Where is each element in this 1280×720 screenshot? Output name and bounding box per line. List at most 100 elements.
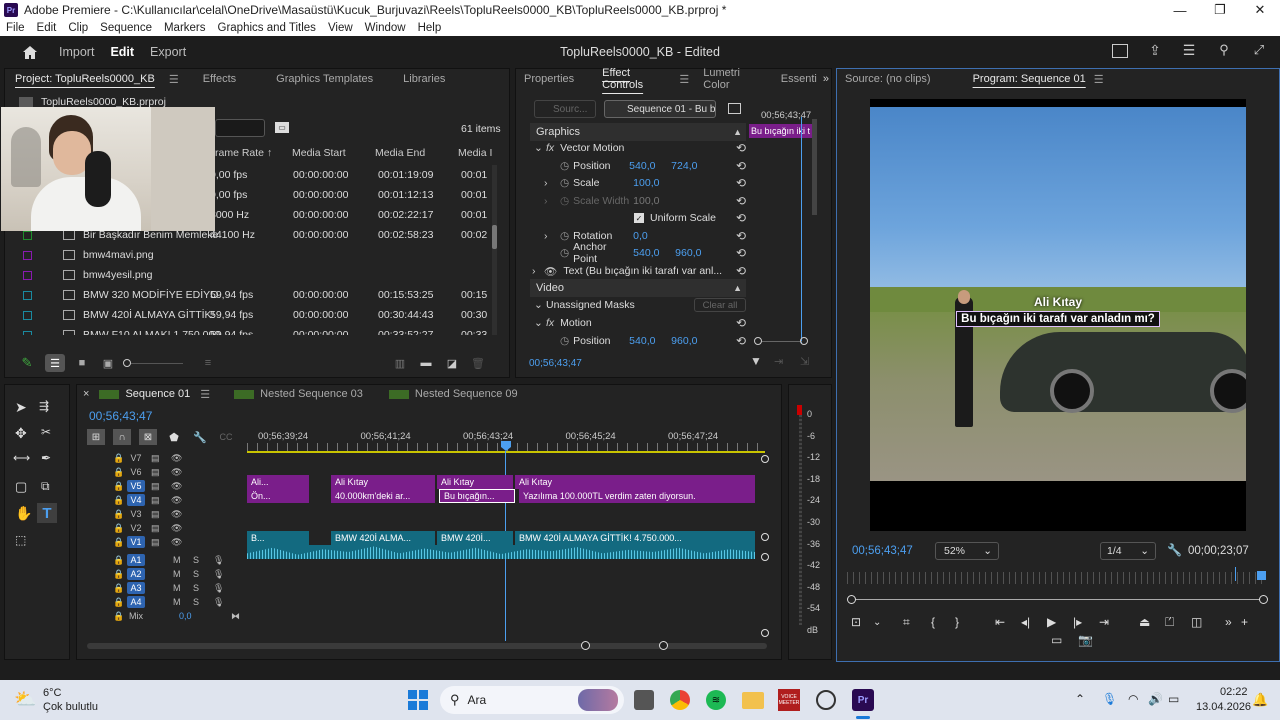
sync-lock-icon[interactable]: ▤ <box>151 481 160 492</box>
resolution-select[interactable]: 1/4 ⌄ <box>1100 542 1156 560</box>
track-scroll-audio[interactable] <box>761 553 769 561</box>
linked-selection-icon[interactable]: ⊠ <box>139 429 157 445</box>
eye-icon[interactable]: 👁 <box>171 523 182 534</box>
mute-button[interactable]: M <box>173 583 181 593</box>
track-header-v1[interactable]: 🔒 V1 ▤ 👁 <box>77 535 247 549</box>
vector-motion-row[interactable]: ⌄ fx Vector Motion ⟲ <box>534 138 746 158</box>
zoom-slider[interactable] <box>123 359 183 367</box>
go-to-out-icon[interactable]: ⇥ <box>1099 615 1139 629</box>
microphone-icon[interactable]: 🎙 <box>1102 692 1117 706</box>
text-layer-row[interactable]: › 👁 Text (Bu bıçağın iki tarafı var anl..… <box>532 261 746 281</box>
sync-lock-icon[interactable]: ▤ <box>151 509 160 520</box>
menu-graphics[interactable]: Graphics and Titles <box>212 22 322 34</box>
spotify-icon[interactable]: ≋ <box>706 690 726 710</box>
eye-icon[interactable]: 👁 <box>171 509 182 520</box>
icon-view-icon[interactable]: ■ <box>73 357 91 369</box>
new-bin-button-icon[interactable]: ▬ <box>417 357 435 369</box>
pen-tool-icon[interactable]: ✒ <box>41 451 51 465</box>
sync-lock-icon[interactable]: ▤ <box>151 523 160 534</box>
track-select-icon[interactable]: ⇶ <box>39 399 49 413</box>
track-label[interactable]: A1 <box>127 554 145 566</box>
program-playhead[interactable] <box>1235 567 1236 581</box>
col-media-end[interactable]: Media End <box>375 147 425 159</box>
motion-row[interactable]: ⌄ fx Motion ⟲ <box>534 313 746 333</box>
tab-project[interactable]: Project: TopluReels0000_KB <box>5 73 165 85</box>
track-label[interactable]: V5 <box>127 480 145 492</box>
mic-icon[interactable]: 🎙 <box>213 597 224 608</box>
automate-icon[interactable]: ▥ <box>391 357 409 370</box>
share-icon[interactable]: ⇪ <box>1147 42 1163 58</box>
file-explorer-icon[interactable] <box>742 692 764 709</box>
menu-window[interactable]: Window <box>359 22 412 34</box>
mark-out-icon[interactable]: } <box>955 615 995 629</box>
col-media-start[interactable]: Media Start <box>292 147 346 159</box>
anchor-y[interactable]: 960,0 <box>675 247 701 259</box>
button-editor-icon[interactable]: + <box>1241 615 1257 629</box>
track-header-v6[interactable]: 🔒 V6 ▤ 👁 <box>77 465 247 479</box>
search-input[interactable] <box>215 119 265 137</box>
tab-lumetri-color[interactable]: Lumetri Color <box>693 67 777 91</box>
nest-icon[interactable]: ⊞ <box>87 429 105 445</box>
selected-timeline-clip[interactable]: Bu bıçağın... <box>439 489 515 503</box>
timeline-clip[interactable]: Ali Kıtay <box>437 475 513 489</box>
lock-icon[interactable]: 🔒 <box>113 611 124 622</box>
lock-icon[interactable]: 🔒 <box>113 569 124 580</box>
pencil-icon[interactable]: ✎ <box>17 355 37 371</box>
more-controls-icon[interactable]: » <box>1225 615 1241 629</box>
eye-icon[interactable]: 👁 <box>171 537 182 548</box>
toggle-timeline-icon[interactable] <box>728 103 741 114</box>
track-label[interactable]: V6 <box>127 466 145 478</box>
notification-icon[interactable]: 🔔 <box>1252 692 1268 708</box>
program-zoom-bar[interactable] <box>847 595 1268 605</box>
timeline-clip[interactable]: Ön... <box>247 489 309 503</box>
menu-edit[interactable]: Edit <box>31 22 63 34</box>
fullscreen-icon[interactable]: ⤢ <box>1251 42 1267 58</box>
tab-sequence-01[interactable]: Sequence 01 <box>119 388 196 400</box>
wifi-icon[interactable]: ◠ <box>1128 692 1138 706</box>
mute-button[interactable]: M <box>173 569 181 579</box>
import-tab[interactable]: Import <box>59 45 94 59</box>
menu-view[interactable]: View <box>322 22 359 34</box>
eye-icon[interactable]: 👁 <box>171 495 182 506</box>
solo-button[interactable]: S <box>193 569 199 579</box>
sequence-button[interactable]: Sequence 01 - Bu b... <box>604 100 716 118</box>
solo-button[interactable]: S <box>193 597 199 607</box>
eye-icon[interactable]: 👁 <box>171 481 182 492</box>
tab-effect-controls[interactable]: Effect Controls <box>582 67 675 91</box>
track-header-a2[interactable]: 🔒 A2 M S 🎙 <box>77 567 247 581</box>
snap-icon[interactable]: ∩ <box>113 429 131 445</box>
list-view-icon[interactable]: ☰ <box>45 354 65 372</box>
sync-lock-icon[interactable]: ▤ <box>151 537 160 548</box>
mark-in-icon[interactable]: { <box>931 615 955 629</box>
zoom-select[interactable]: 52% ⌄ <box>935 542 999 560</box>
mic-icon[interactable]: 🎙 <box>213 555 224 566</box>
lock-icon[interactable]: 🔒 <box>113 597 124 608</box>
position-x[interactable]: 540,0 <box>629 160 671 172</box>
menu-markers[interactable]: Markers <box>158 22 212 34</box>
ripple-edit-icon[interactable]: ✥ <box>15 425 27 442</box>
solo-button[interactable]: S <box>193 583 199 593</box>
type-tool-icon[interactable]: T <box>37 503 57 523</box>
track-header-a1[interactable]: 🔒 A1 M S 🎙 <box>77 553 247 567</box>
battery-icon[interactable]: ▭ <box>1168 692 1179 706</box>
tab-graphics-templates[interactable]: Graphics Templates <box>266 73 383 85</box>
project-scrollbar[interactable] <box>492 165 497 335</box>
tab-effects[interactable]: Effects <box>193 73 246 85</box>
audio-clip-a1[interactable] <box>247 545 755 559</box>
settings-wrench-icon[interactable]: 🔧 <box>191 429 209 445</box>
lock-icon[interactable]: 🔒 <box>113 453 124 464</box>
taskbar-search[interactable]: ⚲ Ara <box>440 686 624 714</box>
table-row[interactable]: bmw4yesil.png <box>5 265 491 285</box>
menu-clip[interactable]: Clip <box>62 22 94 34</box>
mute-button[interactable]: M <box>173 597 181 607</box>
obs-icon[interactable] <box>816 690 836 710</box>
lock-icon[interactable]: 🔒 <box>113 537 124 548</box>
delete-icon[interactable]: 🗑 <box>469 357 487 370</box>
menu-sequence[interactable]: Sequence <box>94 22 158 34</box>
volume-icon[interactable]: 🔊 <box>1148 692 1163 706</box>
playhead-marker[interactable] <box>1257 571 1266 580</box>
multicam-icon[interactable]: ▭ <box>1051 633 1062 647</box>
track-label[interactable]: V4 <box>127 494 145 506</box>
work-area-bar[interactable] <box>247 451 765 453</box>
track-header-a4[interactable]: 🔒 A4 M S 🎙 <box>77 595 247 609</box>
